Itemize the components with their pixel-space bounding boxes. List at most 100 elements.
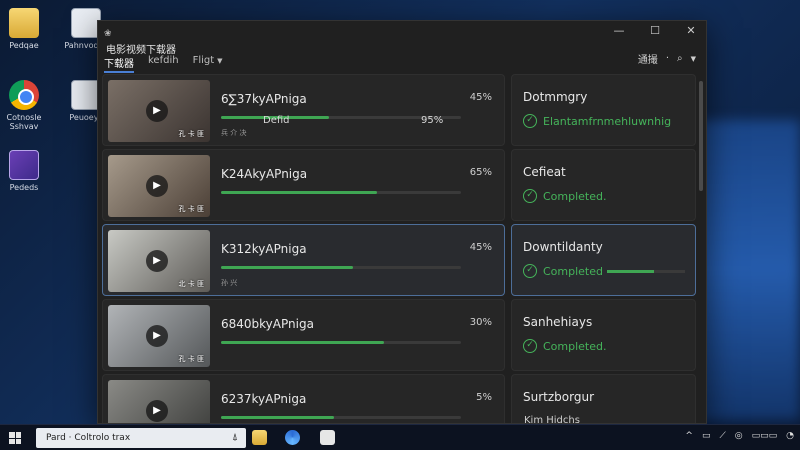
close-button[interactable]: ✕	[680, 24, 702, 37]
download-title: K24AkyAPniga	[221, 167, 308, 181]
download-title: 6237kyAPniga	[221, 392, 307, 406]
status-card[interactable]: Cefieat ✓ Completed.	[511, 149, 696, 221]
download-extra-label: Defid	[263, 115, 290, 126]
start-button[interactable]	[9, 432, 21, 444]
download-percent: 65%	[469, 167, 492, 178]
thumbnail-tag: 北 卡 匪	[178, 280, 204, 288]
video-thumbnail[interactable]: ▶ 孔 卡 匪	[108, 305, 210, 367]
desktop-icon[interactable]: Pedqae	[0, 8, 52, 50]
status-card[interactable]: Sanhehiays ✓ Completed.	[511, 299, 696, 371]
app-window: ❀ 电影视频下载器 — ☐ ✕ 下载器 kefdih Fligt ▼ 通撮 · ⌕…	[97, 20, 707, 424]
download-row[interactable]: ▶ 孔 卡 匪 K24AkyAPniga 65%	[102, 149, 505, 221]
status-card[interactable]: Dotmmgry ✓ Elantamfrnmehluwnhig	[511, 74, 696, 146]
download-title: K312kyAPniga	[221, 242, 307, 256]
microphone-icon[interactable]: ⍋	[232, 428, 238, 448]
download-list: ▶ 孔 卡 匪 6∑37kyAPniga 45% 兵 介 决 Defid 95% ▶ 孔 卡 匪…	[102, 74, 505, 423]
status-title: Surtzborgur	[523, 390, 594, 404]
minimize-button[interactable]: —	[608, 24, 630, 37]
browser-icon[interactable]	[285, 430, 300, 445]
status-title: Cefieat	[523, 165, 566, 179]
status-text: Completed	[543, 265, 603, 278]
check-circle-icon: ✓	[523, 264, 537, 278]
play-icon[interactable]: ▶	[146, 100, 168, 122]
check-circle-icon: ✓	[523, 189, 537, 203]
download-row[interactable]: ▶ 孔 卡 匪 6∑37kyAPniga 45% 兵 介 决 Defid 95%	[102, 74, 505, 146]
video-thumbnail[interactable]: ▶ 孔 卡 匪	[108, 80, 210, 142]
download-extra-percent: 95%	[421, 115, 444, 126]
purple-icon	[9, 150, 39, 180]
play-icon[interactable]: ▶	[146, 250, 168, 272]
system-tray: ^ ▭ ⟋ ◎ ▭▭▭ ◔	[685, 431, 794, 441]
taskbar-search-text: Pard · Coltrolo trax	[46, 433, 131, 443]
download-row[interactable]: ▶孔 卡 匪6237kyAPniga5%孔 兵 匪	[102, 374, 505, 423]
status-progress-fill	[607, 270, 654, 273]
download-percent: 5%	[476, 392, 492, 403]
play-icon[interactable]: ▶	[146, 175, 168, 197]
download-row[interactable]: ▶ 北 卡 匪 K312kyAPniga 45% 孙 兴	[102, 224, 505, 296]
check-circle-icon: ✓	[523, 339, 537, 353]
progress-bar	[221, 266, 461, 269]
desktop-icon[interactable]: Pededs	[0, 150, 52, 192]
windows-logo-pane	[9, 438, 15, 444]
windows-logo-pane	[15, 438, 21, 444]
play-icon[interactable]: ▶	[146, 325, 168, 347]
pen-icon[interactable]: ⟋	[719, 431, 725, 441]
download-title: 6840bkyAPniga	[221, 317, 314, 331]
chrome-icon	[9, 80, 39, 110]
status-text: Completed.	[543, 340, 607, 353]
status-list: Dotmmgry ✓ Elantamfrnmehluwnhig Cefieat ✓ Com…	[511, 74, 696, 424]
download-title: 6∑37kyAPniga	[221, 92, 307, 106]
video-thumbnail[interactable]: ▶ 北 卡 匪	[108, 230, 210, 292]
chevron-down-icon: ▼	[690, 54, 696, 63]
display-icon[interactable]: ▭	[702, 431, 711, 441]
clock-icon[interactable]: ◔	[786, 431, 794, 441]
status-text: Kim Hidchs	[524, 415, 580, 424]
desktop-icon[interactable]: Cotnosle Sshvav	[0, 80, 52, 131]
desktop-icon-label: Pededs	[9, 183, 39, 192]
chevron-up-icon[interactable]: ^	[685, 431, 693, 441]
windows-logo-pane	[15, 432, 21, 438]
progress-bar	[221, 416, 461, 419]
store-icon[interactable]	[320, 430, 335, 445]
scrollbar[interactable]	[699, 81, 703, 191]
progress-bar	[221, 191, 461, 194]
download-subtitle: 兵 介 决	[221, 129, 247, 137]
divider-icon: ·	[665, 53, 669, 64]
progress-fill	[221, 266, 353, 269]
app-logo-icon: ❀	[104, 29, 112, 39]
download-row[interactable]: ▶ 孔 卡 匪 6840bkyAPniga 30%	[102, 299, 505, 371]
windows-logo-pane	[9, 432, 15, 438]
check-circle-icon: ✓	[523, 114, 537, 128]
thumbnail-tag: 孔 卡 匪	[178, 130, 204, 138]
download-subtitle: 孙 兴	[221, 279, 238, 287]
video-thumbnail[interactable]: ▶ 孔 卡 匪	[108, 155, 210, 217]
status-progress-bar	[607, 270, 685, 273]
progress-fill	[221, 191, 377, 194]
tab-downloader[interactable]: 下载器	[104, 55, 134, 73]
sort-button[interactable]: 通撮	[638, 51, 658, 66]
desktop-icon-label: Cotnosle Sshvav	[6, 113, 42, 131]
battery-icon[interactable]: ▭▭▭	[752, 431, 778, 441]
status-title: Dotmmgry	[523, 90, 588, 104]
thumbnail-tag: 孔 卡 匪	[178, 355, 204, 363]
file-explorer-icon[interactable]	[252, 430, 267, 445]
play-icon[interactable]: ▶	[146, 400, 168, 422]
network-icon[interactable]: ◎	[735, 431, 743, 441]
video-thumbnail[interactable]: ▶孔 卡 匪	[108, 380, 210, 423]
status-text: Elantamfrnmehluwnhig	[543, 115, 672, 128]
taskbar-search-box[interactable]: Pard · Coltrolo trax ⍋	[36, 428, 246, 448]
toolbar-right: 通撮 · ⌕ ▼	[638, 51, 696, 66]
status-text: Completed.	[543, 190, 607, 203]
status-card[interactable]: Surtzborgur Kim Hidchs	[511, 374, 696, 424]
status-title: Downtildanty	[523, 240, 603, 254]
maximize-button[interactable]: ☐	[644, 24, 666, 37]
search-icon[interactable]: ⌕	[677, 53, 683, 64]
status-card[interactable]: Downtildanty ✓ Completed	[511, 224, 696, 296]
tab-fligt[interactable]: Fligt ▼	[193, 55, 223, 73]
tab-kefdih[interactable]: kefdih	[148, 55, 179, 73]
thumbnail-tag: 孔 卡 匪	[178, 205, 204, 213]
download-percent: 45%	[469, 242, 492, 253]
taskbar: Pard · Coltrolo trax ⍋ ^ ▭ ⟋ ◎ ▭▭▭ ◔	[0, 424, 800, 450]
download-percent: 30%	[469, 317, 492, 328]
app-title: 电影视频下载器	[106, 45, 176, 56]
